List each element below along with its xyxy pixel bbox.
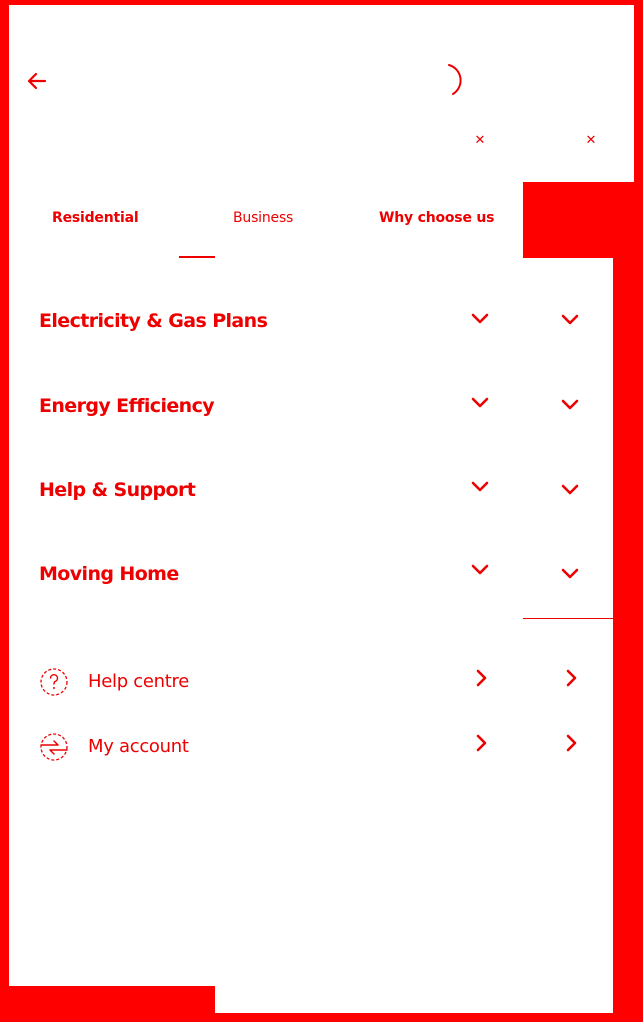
loading-spinner-icon — [448, 64, 462, 95]
section-divider — [523, 618, 613, 619]
help-circle-icon — [40, 668, 68, 696]
chevron-right-icon[interactable] — [475, 669, 487, 687]
accordion-help-support[interactable]: Help & Support — [30, 469, 590, 519]
close-icon[interactable]: ✕ — [472, 133, 488, 149]
chevron-down-icon[interactable] — [471, 481, 489, 493]
accordion-energy-efficiency[interactable]: Energy Efficiency — [30, 385, 590, 435]
chevron-right-icon[interactable] — [475, 734, 487, 752]
close-icon[interactable]: ✕ — [583, 133, 599, 149]
accordion-label: Electricity & Gas Plans — [39, 310, 268, 332]
chevron-down-icon[interactable] — [561, 314, 579, 326]
tab-scroll-overlay — [523, 182, 634, 258]
tab-why-choose-us[interactable]: Why choose us — [379, 210, 495, 226]
accordion-electricity-gas-plans[interactable]: Electricity & Gas Plans — [30, 300, 590, 350]
link-label: Help centre — [88, 671, 189, 692]
accordion-moving-home[interactable]: Moving Home — [30, 553, 590, 603]
link-help-centre[interactable]: Help centre — [38, 658, 593, 698]
accordion-label: Help & Support — [39, 479, 196, 501]
accordion-label: Moving Home — [39, 563, 179, 585]
account-switch-icon — [40, 733, 68, 761]
chevron-down-icon[interactable] — [471, 313, 489, 325]
chevron-down-icon[interactable] — [561, 568, 579, 580]
chevron-right-icon[interactable] — [565, 734, 577, 752]
back-button[interactable] — [24, 68, 50, 94]
chevron-down-icon[interactable] — [561, 399, 579, 411]
link-label: My account — [88, 736, 189, 757]
chevron-down-icon[interactable] — [471, 397, 489, 409]
chevron-right-icon[interactable] — [565, 669, 577, 687]
link-my-account[interactable]: My account — [38, 723, 593, 763]
arrow-left-icon — [27, 72, 47, 90]
active-tab-indicator — [179, 256, 215, 258]
accordion-label: Energy Efficiency — [39, 395, 215, 417]
tab-business[interactable]: Business — [233, 210, 293, 226]
chevron-down-icon[interactable] — [471, 564, 489, 576]
chevron-down-icon[interactable] — [561, 484, 579, 496]
tab-residential[interactable]: Residential — [52, 210, 139, 226]
